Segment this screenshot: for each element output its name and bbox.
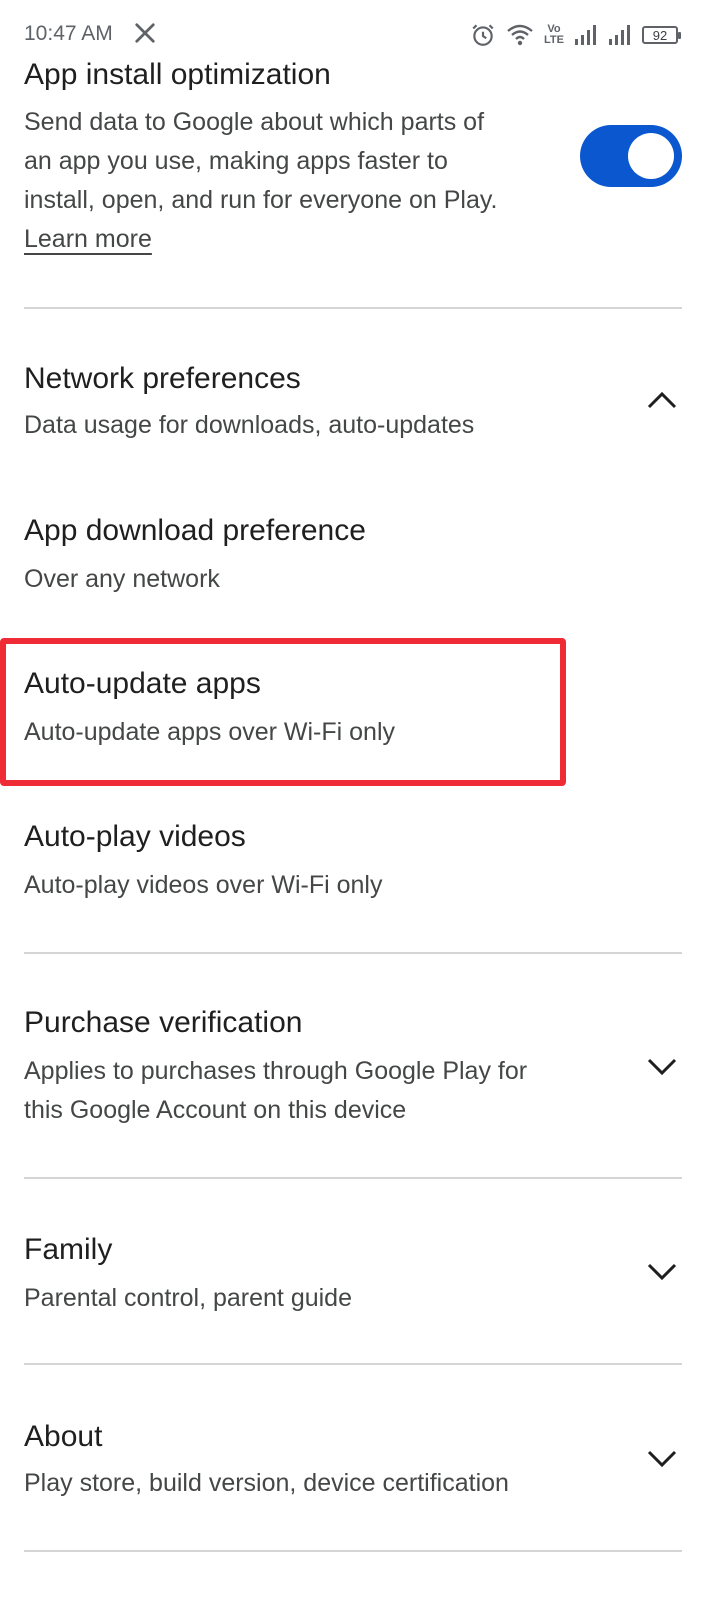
auto-play-videos-row[interactable]: Auto-play videos Auto-play videos over W… (0, 806, 720, 926)
battery-indicator: 92 (642, 26, 681, 44)
signal-icon-2 (608, 24, 632, 46)
volte-icon: Vo LTE (544, 23, 564, 46)
setting-subtitle: Over any network (24, 565, 220, 593)
purchase-verification-title: Purchase verification (24, 1006, 303, 1039)
family-subtitle: Parental control, parent guide (24, 1284, 352, 1312)
about-title: About (24, 1420, 103, 1453)
chevron-down-icon[interactable] (644, 1048, 680, 1084)
status-icons: Vo LTE 92 (470, 20, 681, 50)
purchase-verification-row[interactable]: Purchase verification Applies to purchas… (0, 990, 720, 1140)
chevron-down-icon[interactable] (644, 1440, 680, 1476)
network-preferences-row[interactable]: Network preferences Data usage for downl… (0, 340, 720, 470)
divider (24, 307, 682, 309)
chevron-down-icon[interactable] (644, 1253, 680, 1289)
divider (24, 952, 682, 954)
setting-title: App download preference (24, 514, 366, 547)
highlight-box (0, 638, 566, 786)
chevron-up-icon[interactable] (644, 383, 680, 419)
network-preferences-subtitle: Data usage for downloads, auto-updates (24, 411, 475, 439)
app-install-title: App install optimization (24, 58, 331, 91)
network-preferences-title: Network preferences (24, 362, 301, 395)
setting-title: Auto-play videos (24, 820, 246, 853)
purchase-verification-subtitle: Applies to purchases through Google Play… (24, 1057, 528, 1124)
divider (24, 1550, 682, 1552)
divider (24, 1363, 682, 1365)
about-row[interactable]: About Play store, build version, device … (0, 1400, 720, 1520)
learn-more-link[interactable]: Learn more (24, 225, 152, 253)
signal-icon (574, 24, 598, 46)
alarm-icon (470, 22, 496, 48)
app-install-toggle[interactable] (580, 125, 682, 187)
app-install-description: Send data to Google about which parts of… (24, 108, 498, 253)
toggle-knob (628, 133, 674, 179)
about-subtitle: Play store, build version, device certif… (24, 1469, 509, 1497)
divider (24, 1177, 682, 1179)
family-row[interactable]: Family Parental control, parent guide (0, 1215, 720, 1335)
wifi-icon (506, 23, 534, 47)
status-time: 10:47 AM (24, 22, 113, 45)
setting-subtitle: Auto-play videos over Wi-Fi only (24, 871, 383, 899)
app-download-preference-row[interactable]: App download preference Over any network (0, 500, 720, 620)
family-title: Family (24, 1233, 113, 1266)
x-logo-icon (134, 22, 156, 50)
